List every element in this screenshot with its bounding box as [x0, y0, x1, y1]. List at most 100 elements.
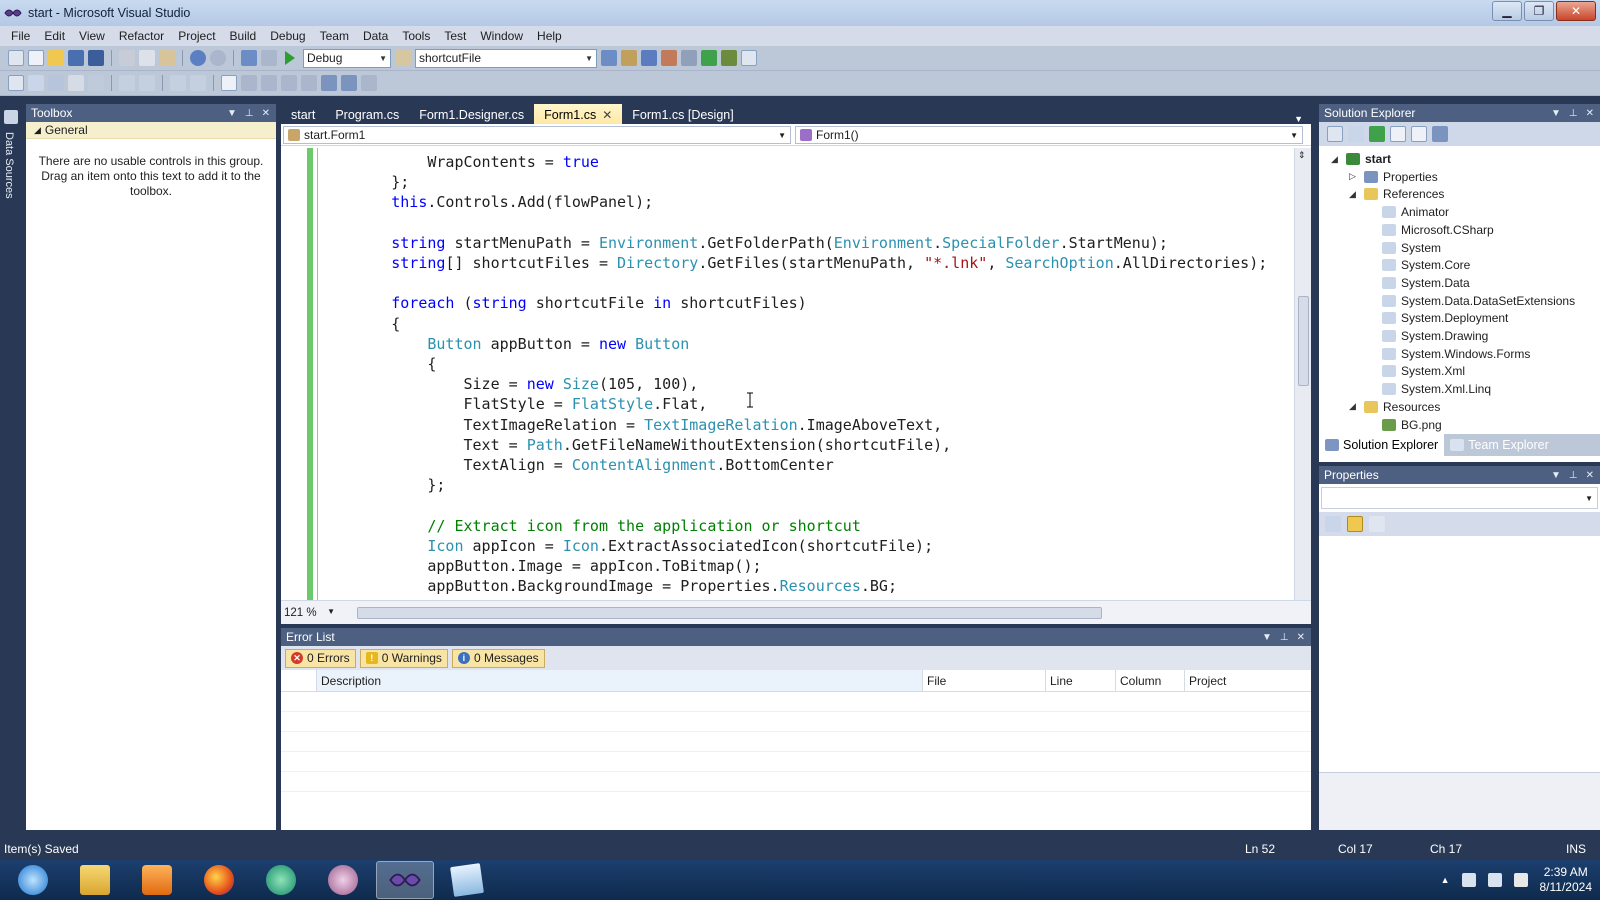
collapse-icon[interactable]: ◢ [1331, 154, 1341, 165]
uncomment-lines-icon[interactable] [139, 75, 155, 91]
menu-tools[interactable]: Tools [395, 29, 437, 43]
menu-help[interactable]: Help [530, 29, 569, 43]
pin-icon[interactable]: ⊥ [245, 108, 254, 119]
find-combo[interactable]: shortcutFile ▼ [415, 48, 597, 68]
toolbox-icon[interactable] [661, 50, 677, 66]
close-icon[interactable]: ✕ [262, 108, 270, 119]
pin-icon[interactable]: ⊥ [1569, 470, 1578, 481]
menu-view[interactable]: View [72, 29, 112, 43]
tab-program-cs[interactable]: Program.cs [325, 104, 409, 124]
tree-item-bg-png[interactable]: BG.png [1367, 416, 1442, 434]
taskbar-clock[interactable]: 2:39 AM 8/11/2024 [1540, 865, 1593, 895]
collapse-icon[interactable]: ◢ [1349, 189, 1359, 200]
minimize-button[interactable]: ▁ [1492, 1, 1522, 21]
tree-item-properties[interactable]: ▷ Properties [1349, 168, 1438, 186]
tab-start[interactable]: start [281, 104, 325, 124]
extension-manager-icon[interactable] [721, 50, 737, 66]
save-all-icon[interactable] [88, 50, 104, 66]
start-page-icon[interactable] [701, 50, 717, 66]
toggle-bookmark-icon[interactable] [221, 75, 237, 91]
messages-filter-button[interactable]: i0 Messages [451, 648, 545, 668]
outdent-icon[interactable] [190, 75, 206, 91]
tree-item-system-xml-linq[interactable]: System.Xml.Linq [1367, 380, 1491, 398]
cut-icon[interactable] [119, 50, 135, 66]
taskbar-firefox[interactable] [190, 861, 248, 899]
save-icon[interactable] [68, 50, 84, 66]
view-code-icon[interactable] [1390, 126, 1406, 142]
menu-window[interactable]: Window [473, 29, 530, 43]
quick-info-icon[interactable] [8, 75, 24, 91]
menu-project[interactable]: Project [171, 29, 222, 43]
tree-item-system-windows-forms[interactable]: System.Windows.Forms [1367, 345, 1530, 363]
menu-edit[interactable]: Edit [37, 29, 72, 43]
close-icon[interactable]: ✕ [1586, 108, 1594, 119]
view-class-diagram-icon[interactable] [1432, 126, 1448, 142]
close-icon[interactable]: ✕ [1297, 632, 1305, 643]
action-center-flag-icon[interactable] [1461, 873, 1476, 887]
split-handle-icon[interactable]: ⇕ [1298, 150, 1306, 161]
horizontal-scroll-thumb[interactable] [357, 606, 1102, 619]
start-debugging-icon[interactable] [285, 51, 295, 65]
open-file-icon[interactable] [48, 50, 64, 66]
horizontal-scrollbar[interactable] [341, 605, 1289, 621]
redo-icon[interactable] [210, 50, 226, 66]
undo-icon[interactable] [190, 50, 206, 66]
menu-team[interactable]: Team [313, 29, 356, 43]
view-designer-icon[interactable] [1411, 126, 1427, 142]
taskbar-media-player[interactable] [128, 861, 186, 899]
pin-icon[interactable]: ⊥ [1280, 632, 1289, 643]
menu-data[interactable]: Data [356, 29, 395, 43]
copy-icon[interactable] [139, 50, 155, 66]
tab-form1-designer-cs[interactable]: Form1.Designer.cs [409, 104, 534, 124]
toolbox-group-general[interactable]: ◢ General [26, 122, 276, 139]
tree-item-system-deployment[interactable]: System.Deployment [1367, 309, 1508, 327]
taskbar-app-5[interactable] [252, 861, 310, 899]
network-icon[interactable] [1487, 873, 1502, 887]
active-files-menu-icon[interactable]: ▼ [1294, 114, 1311, 124]
previous-bookmark-icon[interactable] [241, 75, 257, 91]
new-project-icon[interactable] [8, 50, 24, 66]
tree-item-resources[interactable]: ◢ Resources [1349, 398, 1440, 416]
previous-bookmark-folder-icon[interactable] [281, 75, 297, 91]
tree-item-microsoft-csharp[interactable]: Microsoft.CSharp [1367, 221, 1494, 239]
warnings-filter-button[interactable]: ! 0 Warnings [359, 648, 448, 668]
tab-solution-explorer[interactable]: Solution Explorer [1319, 434, 1445, 456]
pin-icon[interactable]: ⊥ [1569, 108, 1578, 119]
errors-filter-button[interactable]: ✕ 0 Errors [285, 648, 356, 668]
zoom-select[interactable]: 121 % ▼ [281, 607, 341, 619]
window-position-icon[interactable]: ▼ [1551, 470, 1561, 481]
next-bookmark-document-icon[interactable] [341, 75, 357, 91]
vertical-scroll-thumb[interactable] [1298, 296, 1309, 386]
data-sources-strip[interactable]: Data Sources [0, 104, 22, 830]
restore-button[interactable]: ❐ [1524, 1, 1554, 21]
navigate-backward-icon[interactable] [241, 50, 257, 66]
show-all-files-icon[interactable] [1348, 126, 1364, 142]
menu-refactor[interactable]: Refactor [112, 29, 171, 43]
categorized-icon[interactable] [1325, 516, 1341, 532]
tab-team-explorer[interactable]: Team Explorer [1444, 434, 1555, 456]
find-in-files-icon[interactable] [395, 50, 411, 66]
next-bookmark-icon[interactable] [261, 75, 277, 91]
code-text-area[interactable]: WrapContents = true }; this.Controls.Add… [281, 148, 1294, 600]
properties-window-icon[interactable] [621, 50, 637, 66]
properties-icon[interactable] [1327, 126, 1343, 142]
volume-muted-icon[interactable] [1513, 873, 1528, 887]
tree-item-start[interactable]: ◢ start [1331, 150, 1391, 168]
properties-object-select[interactable]: ▼ [1321, 487, 1598, 509]
previous-bookmark-document-icon[interactable] [321, 75, 337, 91]
close-button[interactable]: ✕ [1556, 1, 1596, 21]
close-icon[interactable]: ✕ [1586, 470, 1594, 481]
tree-item-system-drawing[interactable]: System.Drawing [1367, 327, 1488, 345]
taskbar-internet-explorer[interactable] [4, 861, 62, 899]
comment-lines-icon[interactable] [119, 75, 135, 91]
tree-item-system-core[interactable]: System.Core [1367, 256, 1470, 274]
tree-item-system-data[interactable]: System.Data [1367, 274, 1470, 292]
window-position-icon[interactable]: ▼ [227, 108, 237, 119]
collapse-icon[interactable]: ◢ [1349, 401, 1359, 412]
alphabetical-icon[interactable] [1347, 516, 1363, 532]
solution-configuration-select[interactable]: Debug ▼ [303, 48, 391, 68]
add-item-icon[interactable] [28, 50, 44, 66]
column-header-column[interactable]: Column [1116, 670, 1185, 691]
expand-icon[interactable]: ▷ [1349, 171, 1359, 182]
refresh-icon[interactable] [1369, 126, 1385, 142]
